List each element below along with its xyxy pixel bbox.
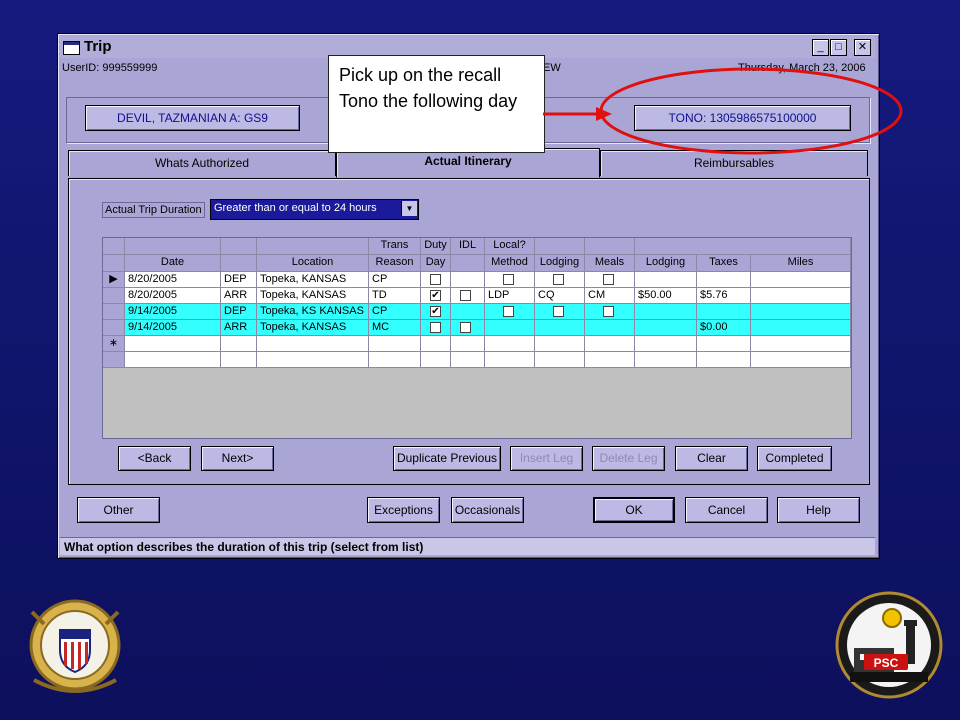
annotation-overlay [543, 67, 903, 155]
annotation-ellipse [599, 67, 903, 155]
